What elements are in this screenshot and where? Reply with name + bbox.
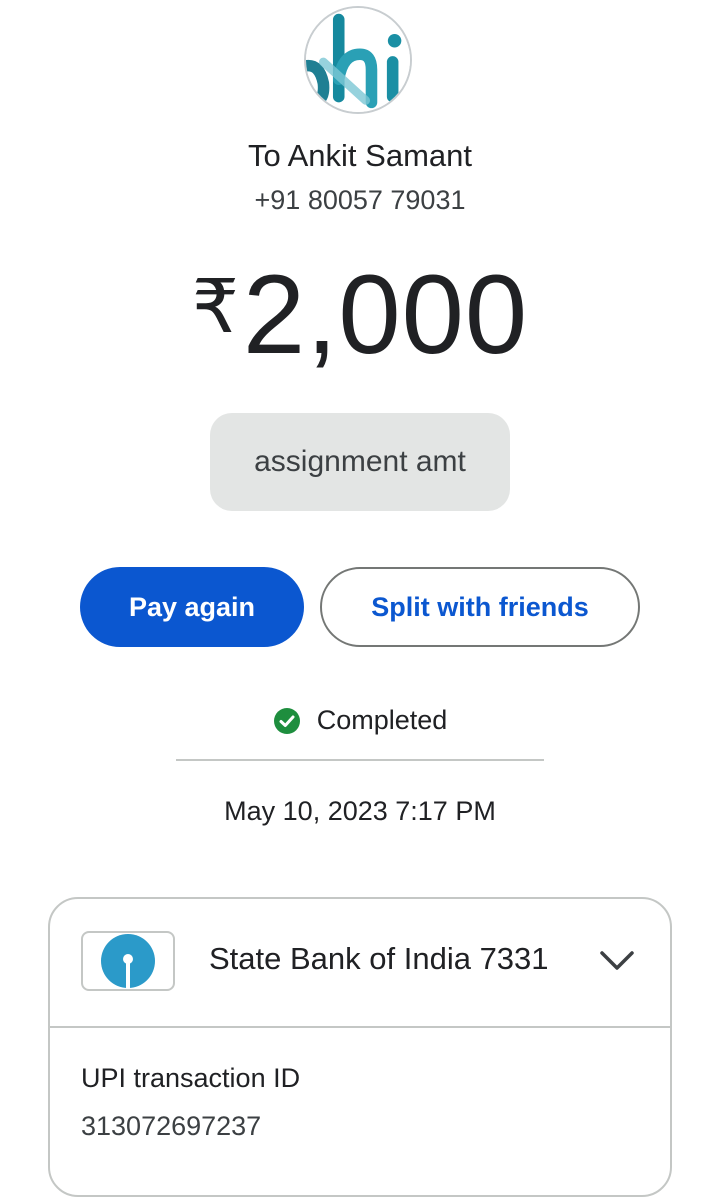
status-divider xyxy=(176,759,544,761)
bank-account-row[interactable]: State Bank of India 7331 xyxy=(50,899,670,1026)
sbi-logo-icon xyxy=(101,934,155,989)
payment-status: Completed xyxy=(0,705,720,736)
upi-transaction-id-value[interactable]: 313072697237 xyxy=(81,1111,261,1142)
pay-again-button[interactable]: Pay again xyxy=(80,567,304,647)
status-label: Completed xyxy=(316,705,448,735)
recipient-phone: +91 80057 79031 xyxy=(254,185,466,215)
payment-note: assignment amt xyxy=(210,413,510,511)
bank-logo xyxy=(81,931,175,991)
check-circle-icon xyxy=(273,707,300,734)
transaction-datetime: May 10, 2023 7:17 PM xyxy=(224,796,496,826)
upi-transaction-id-label: UPI transaction ID xyxy=(81,1063,301,1093)
bank-name: State Bank of India 7331 xyxy=(209,941,549,976)
payment-amount: ₹2,000 xyxy=(0,250,720,379)
split-with-friends-button[interactable]: Split with friends xyxy=(320,567,640,647)
recipient-avatar[interactable] xyxy=(304,6,412,114)
chevron-down-icon[interactable] xyxy=(598,945,636,975)
transaction-details-card: State Bank of India 7331 UPI transaction… xyxy=(48,897,672,1197)
card-divider xyxy=(50,1026,670,1028)
hi-logo-icon xyxy=(306,8,410,112)
currency-symbol: ₹ xyxy=(191,265,239,348)
recipient-name: To Ankit Samant xyxy=(247,138,472,173)
amount-value: 2,000 xyxy=(242,252,529,377)
